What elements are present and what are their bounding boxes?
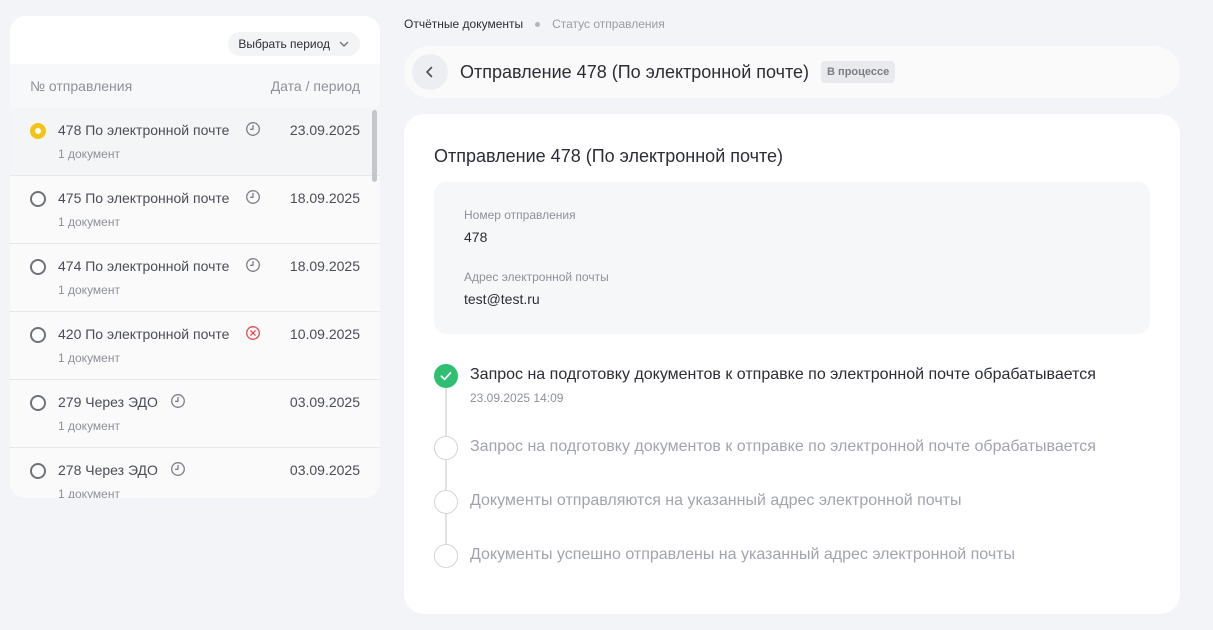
shipment-row[interactable]: 475 По электронной почте 1 документ 18.09.…: [10, 176, 380, 244]
breadcrumb-status: Статус отправления: [552, 17, 665, 31]
breadcrumb-separator: [535, 21, 541, 27]
status-badge: В процессе: [821, 61, 896, 83]
shipment-number-value: 478: [464, 229, 488, 245]
shipment-radio[interactable]: [30, 191, 46, 207]
error-circle-icon: [246, 326, 260, 340]
shipment-doc-count: 1 документ: [58, 351, 120, 365]
shipment-radio[interactable]: [30, 463, 46, 479]
page-header: Отправление 478 (По электронной почте) В…: [404, 46, 1180, 98]
chevron-left-icon: [426, 66, 433, 78]
status-timeline: Запрос на подготовку документов к отправ…: [434, 364, 1150, 584]
column-number: № отправления: [30, 78, 133, 94]
shipment-title: 420 По электронной почте: [58, 326, 230, 342]
timeline-connector: [445, 388, 447, 436]
step-pending-dot: [434, 436, 458, 460]
back-button[interactable]: [412, 54, 448, 90]
step-done-icon: [434, 364, 458, 388]
shipment-title: 474 По электронной почте: [58, 258, 230, 274]
chevron-down-icon: [339, 41, 349, 47]
step-timestamp: 23.09.2025 14:09: [470, 391, 564, 405]
shipment-row[interactable]: 279 Через ЭДО 1 документ 03.09.2025: [10, 380, 380, 448]
column-date: Дата / период: [270, 78, 360, 94]
step-text: Документы успешно отправлены на указанны…: [470, 546, 1015, 563]
shipment-doc-count: 1 документ: [58, 487, 120, 498]
clock-icon: [246, 190, 260, 204]
shipments-panel: Выбрать период № отправления Дата / пери…: [10, 16, 380, 498]
timeline-connector: [445, 460, 447, 490]
shipment-date: 18.09.2025: [289, 190, 360, 206]
shipment-title: 278 Через ЭДО: [58, 462, 158, 478]
shipment-title: 478 По электронной почте: [58, 122, 230, 138]
clock-icon: [171, 462, 185, 476]
select-period-button[interactable]: Выбрать период: [228, 32, 360, 56]
clock-icon: [246, 122, 260, 136]
shipment-date: 23.09.2025: [289, 122, 360, 138]
shipment-doc-count: 1 документ: [58, 147, 120, 161]
shipment-list[interactable]: 478 По электронной почте 1 документ 23.09.…: [10, 108, 380, 498]
shipment-title: 475 По электронной почте: [58, 190, 230, 206]
shipment-number-label: Номер отправления: [464, 208, 576, 222]
shipment-title: 279 Через ЭДО: [58, 394, 158, 410]
timeline-connector: [445, 514, 447, 544]
email-value: test@test.ru: [464, 291, 540, 307]
clock-icon: [171, 394, 185, 408]
shipment-date: 10.09.2025: [289, 326, 360, 342]
shipment-row[interactable]: 420 По электронной почте 1 документ 10.09.…: [10, 312, 380, 380]
shipment-row[interactable]: 474 По электронной почте 1 документ 18.09.…: [10, 244, 380, 312]
step-text: Запрос на подготовку документов к отправ…: [470, 366, 1096, 383]
shipment-info: Номер отправления 478 Адрес электронной …: [434, 182, 1150, 334]
step-text: Запрос на подготовку документов к отправ…: [470, 438, 1096, 455]
shipment-detail-card: Отправление 478 (По электронной почте) Н…: [404, 114, 1180, 614]
clock-icon: [246, 258, 260, 272]
shipment-radio[interactable]: [30, 123, 46, 139]
check-icon: [440, 371, 452, 381]
shipment-radio[interactable]: [30, 259, 46, 275]
shipment-row[interactable]: 478 По электронной почте 1 документ 23.09.…: [10, 108, 380, 176]
email-label: Адрес электронной почты: [464, 270, 609, 284]
card-title: Отправление 478 (По электронной почте): [434, 146, 784, 166]
shipment-doc-count: 1 документ: [58, 215, 120, 229]
breadcrumb-reports[interactable]: Отчётные документы: [404, 17, 523, 31]
step-text: Документы отправляются на указанный адре…: [470, 492, 962, 509]
shipment-radio[interactable]: [30, 327, 46, 343]
panel-toolbar: Выбрать период: [10, 16, 380, 64]
step-pending-dot: [434, 490, 458, 514]
shipment-doc-count: 1 документ: [58, 283, 120, 297]
shipment-date: 03.09.2025: [289, 394, 360, 410]
page-title: Отправление 478 (По электронной почте): [460, 61, 810, 82]
list-scrollbar[interactable]: [372, 110, 377, 182]
shipment-radio[interactable]: [30, 395, 46, 411]
step-pending-dot: [434, 544, 458, 568]
shipment-row[interactable]: 278 Через ЭДО 1 документ 03.09.2025: [10, 448, 380, 498]
shipment-date: 03.09.2025: [289, 462, 360, 478]
select-period-label: Выбрать период: [238, 37, 330, 51]
breadcrumb: Отчётные документы Статус отправления: [404, 17, 665, 31]
shipment-doc-count: 1 документ: [58, 419, 120, 433]
list-header: № отправления Дата / период: [10, 64, 380, 108]
shipment-date: 18.09.2025: [289, 258, 360, 274]
